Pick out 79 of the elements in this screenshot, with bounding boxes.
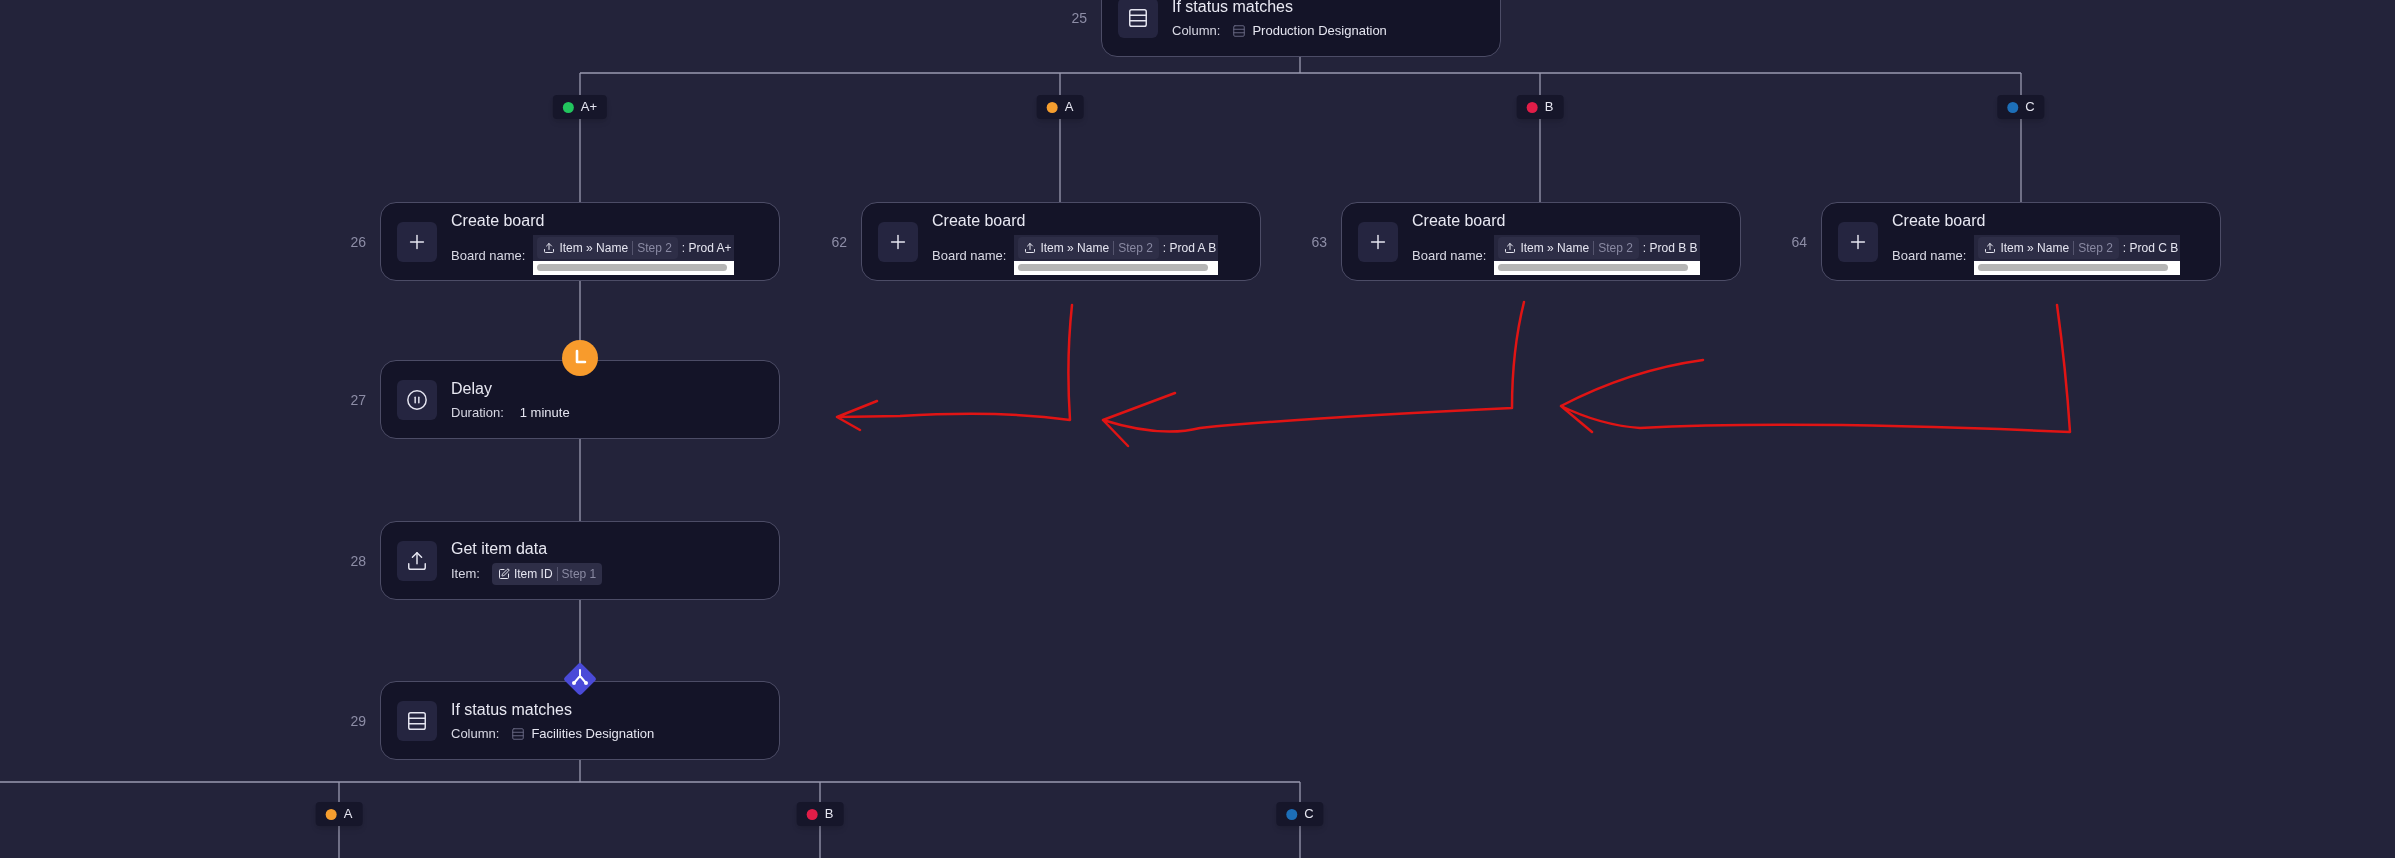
step-card[interactable]: If status matches Column: Facilities Designation [380, 681, 780, 760]
variable-chip[interactable]: Item » Name Step 2 [1978, 236, 2119, 259]
upload-icon [543, 241, 556, 254]
step-number: 26 [349, 233, 366, 252]
variable-chip[interactable]: Item » Name Step 2 [537, 236, 678, 259]
upload-icon [406, 549, 428, 572]
chip-label: Item » Name [1040, 239, 1110, 257]
field-label: Board name: [932, 247, 1007, 263]
step-title: Create board [1412, 210, 1507, 231]
branch-name: A [343, 805, 353, 824]
step-card[interactable]: Create board Board name: Item » Name Step 2 : Prod A+ [380, 202, 780, 281]
board-name-suffix: : Prod C B [2122, 239, 2179, 257]
chip-label: Item » Name [2000, 239, 2070, 257]
chip-step: Step 2 [1598, 238, 1633, 257]
chip-label: Item ID [513, 565, 553, 583]
branch-label[interactable]: C [1997, 95, 2045, 119]
branch-label[interactable]: A+ [552, 95, 608, 119]
field-label: Column: [451, 724, 500, 743]
step-card[interactable]: Create board Board name: Item » Name Step 2 : Prod B B [1341, 202, 1741, 281]
column-icon [1232, 23, 1247, 38]
step-title: If status matches [1172, 0, 1294, 17]
branch-name: B [1544, 98, 1554, 117]
branch-label[interactable]: A [315, 802, 363, 826]
chip-step: Step 2 [1118, 238, 1153, 257]
chip-step: Step 1 [561, 564, 597, 583]
field-label: Board name: [1892, 247, 1967, 263]
field-label: Item: [451, 564, 480, 583]
step-number: 64 [1790, 233, 1807, 252]
field-label: Board name: [451, 247, 526, 263]
variable-chip[interactable]: Item ID Step 1 [491, 562, 603, 585]
pause-icon [406, 388, 428, 411]
step-number: 63 [1310, 233, 1327, 252]
branch-label[interactable]: B [1516, 95, 1564, 119]
upload-icon [1024, 241, 1037, 254]
field-label: Column: [1172, 21, 1221, 40]
edit-icon [497, 567, 510, 580]
branch-label[interactable]: B [796, 802, 844, 826]
chip-step: Step 2 [2078, 238, 2113, 257]
board-name-suffix: : Prod B B [1642, 239, 1698, 257]
step-title: Create board [451, 210, 546, 231]
column-icon [511, 726, 526, 741]
column-value: Facilities Designation [531, 724, 655, 743]
step-title: Create board [1892, 210, 1987, 231]
step-card[interactable]: Create board Board name: Item » Name Step 2 : Prod C B [1821, 202, 2221, 281]
step-number: 28 [349, 552, 366, 571]
chip-label: Item » Name [1520, 239, 1590, 257]
board-name-suffix: : Prod A B [1162, 239, 1217, 257]
step-card[interactable]: Get item data Item: Item ID Step 1 [380, 521, 780, 600]
column-value: Production Designation [1252, 21, 1387, 40]
branch-name: C [1304, 805, 1314, 824]
step-title: Get item data [451, 538, 549, 559]
step-number: 25 [1070, 9, 1087, 28]
step-card[interactable]: Delay Duration: 1 minute [380, 360, 780, 439]
step-title: Create board [932, 210, 1027, 231]
field-label: Duration: [451, 403, 504, 422]
step-card[interactable]: If status matches Column: Production Designation [1101, 0, 1501, 57]
branch-name: A [1064, 98, 1074, 117]
step-card[interactable]: Create board Board name: Item » Name Step 2 : Prod A B [861, 202, 1261, 281]
table-icon [1127, 6, 1149, 29]
table-icon [406, 709, 428, 732]
upload-icon [1504, 241, 1517, 254]
branch-name: A+ [580, 98, 598, 117]
step-number: 29 [349, 712, 366, 731]
chip-step: Step 2 [637, 238, 672, 257]
board-name-suffix: : Prod A+ [681, 239, 732, 257]
branch-label[interactable]: A [1036, 95, 1084, 119]
branch-name: C [2025, 98, 2035, 117]
step-title: If status matches [451, 699, 573, 720]
field-label: Board name: [1412, 247, 1487, 263]
step-number: 62 [830, 233, 847, 252]
branch-label[interactable]: C [1276, 802, 1324, 826]
branch-name: B [824, 805, 834, 824]
upload-icon [1984, 241, 1997, 254]
variable-chip[interactable]: Item » Name Step 2 [1018, 236, 1159, 259]
step-number: 27 [349, 391, 366, 410]
chip-label: Item » Name [559, 239, 629, 257]
duration-value: 1 minute [519, 403, 570, 422]
step-title: Delay [451, 378, 493, 399]
variable-chip[interactable]: Item » Name Step 2 [1498, 236, 1639, 259]
